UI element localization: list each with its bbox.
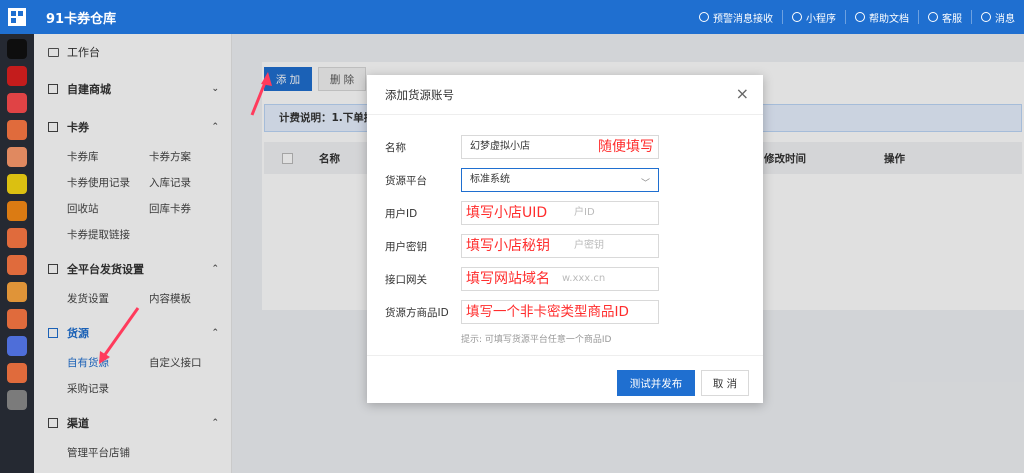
annotation-product-id: 填写一个非卡密类型商品ID (466, 304, 629, 320)
top-link-messages[interactable]: 消息 (972, 10, 1024, 25)
dialog-title: 添加货源账号 (385, 87, 454, 102)
add-supply-account-dialog: 添加货源账号 × 名称 幻梦虚拟小店 随便填写 货源平台 标准系统 ﹀ 用户ID… (367, 75, 763, 403)
top-link-miniprogram[interactable]: 小程序 (783, 10, 846, 25)
top-link-alerts[interactable]: 预警消息接收 (690, 10, 783, 25)
platform-select[interactable]: 标准系统 ﹀ (461, 168, 659, 192)
miniprogram-icon (792, 12, 802, 22)
field-platform: 货源平台 标准系统 ﹀ (385, 168, 659, 192)
annotation-name: 随便填写 (598, 139, 654, 155)
gateway-input[interactable]: w.xxx.cn 填写网站域名 (461, 267, 659, 291)
top-link-help[interactable]: 帮助文档 (846, 10, 919, 25)
test-and-publish-button[interactable]: 测试并发布 (617, 370, 695, 396)
product-id-input[interactable]: 填写一个非卡密类型商品ID (461, 300, 659, 324)
field-gateway: 接口网关 w.xxx.cn 填写网站域名 (385, 267, 659, 291)
field-user-secret: 用户密钥 户密钥 填写小店秘钥 (385, 234, 659, 258)
chevron-down-icon: ﹀ (640, 179, 650, 189)
dialog-footer: 测试并发布 取 消 (367, 355, 763, 403)
close-icon[interactable]: × (736, 86, 749, 102)
qr-logo-icon (8, 8, 26, 26)
top-links: 预警消息接收 小程序 帮助文档 客服 消息 (690, 0, 1024, 34)
field-name: 名称 幻梦虚拟小店 随便填写 (385, 135, 659, 159)
bell-icon (699, 12, 709, 22)
field-user-id: 用户ID 户ID 填写小店UID (385, 201, 659, 225)
top-link-support[interactable]: 客服 (919, 10, 972, 25)
mail-icon (981, 12, 991, 22)
top-bar: 91卡券仓库 预警消息接收 小程序 帮助文档 客服 消息 (0, 0, 1024, 34)
annotation-gateway: 填写网站域名 (466, 271, 550, 287)
user-id-input[interactable]: 户ID 填写小店UID (461, 201, 659, 225)
name-input[interactable]: 幻梦虚拟小店 随便填写 (461, 135, 659, 159)
cancel-button[interactable]: 取 消 (701, 370, 749, 396)
annotation-user-secret: 填写小店秘钥 (466, 238, 550, 254)
logo[interactable] (0, 0, 34, 34)
product-id-hint: 提示: 可填写货源平台任意一个商品ID (461, 335, 612, 345)
headset-icon (928, 12, 938, 22)
dialog-header: 添加货源账号 (367, 75, 763, 115)
app-title: 91卡券仓库 (46, 11, 117, 27)
doc-icon (855, 12, 865, 22)
annotation-user-id: 填写小店UID (466, 205, 548, 221)
user-secret-input[interactable]: 户密钥 填写小店秘钥 (461, 234, 659, 258)
field-product-id: 货源方商品ID 填写一个非卡密类型商品ID (385, 300, 659, 324)
